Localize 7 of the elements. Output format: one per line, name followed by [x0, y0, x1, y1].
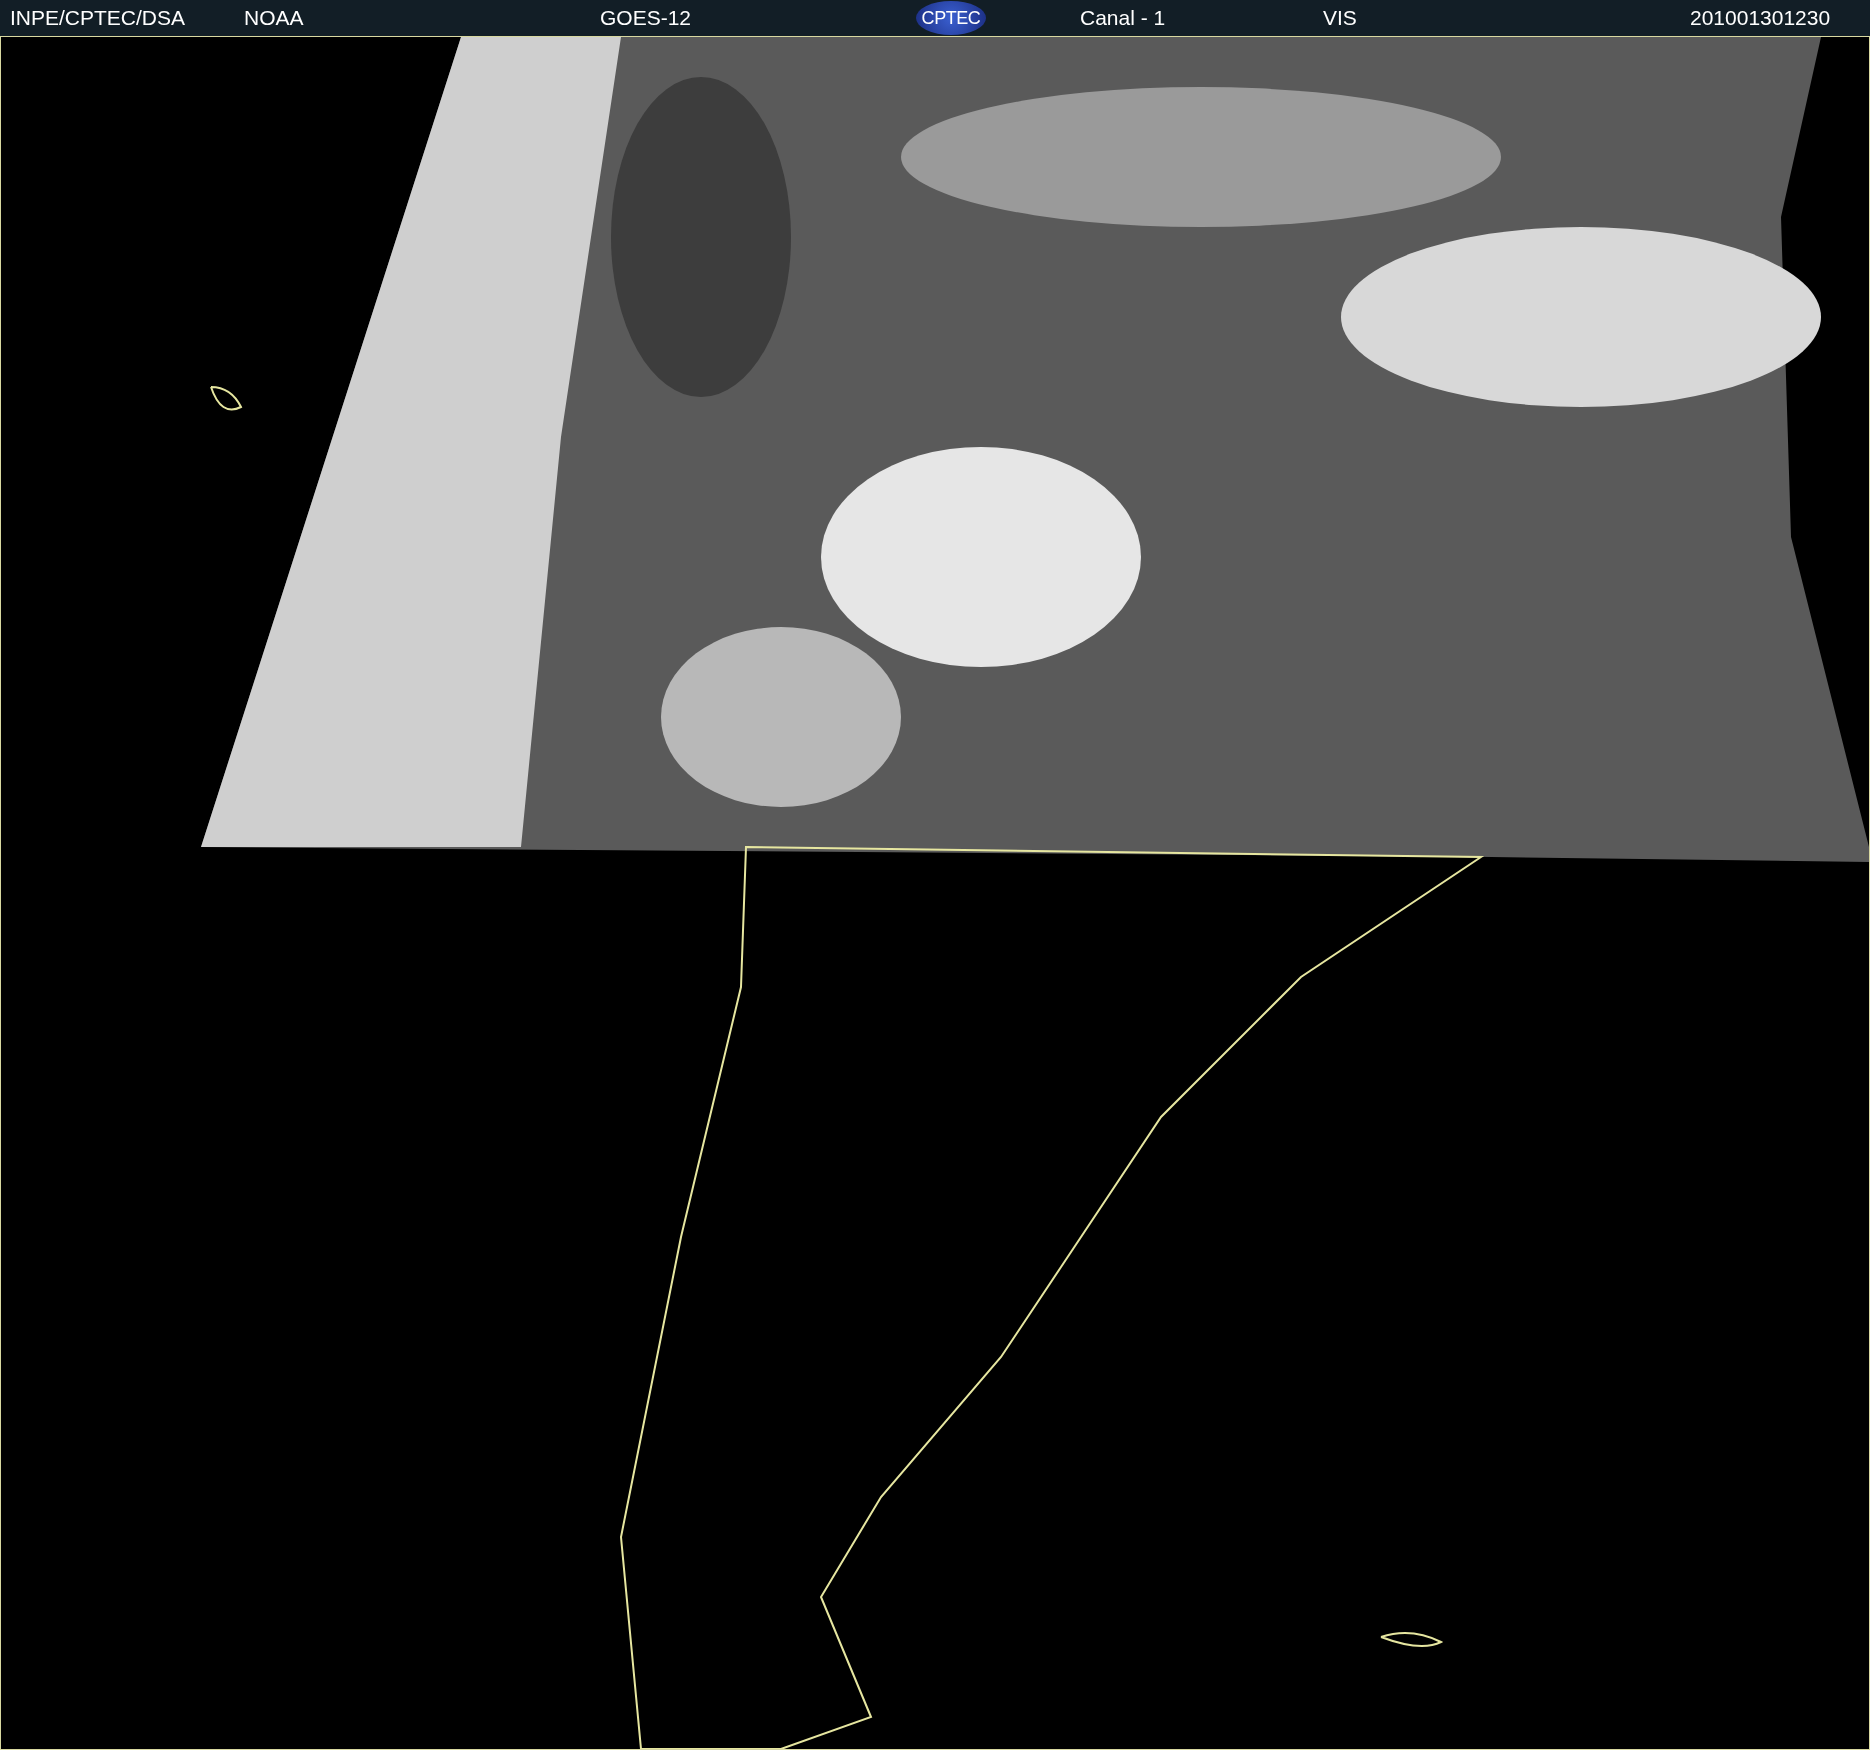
logo: CPTEC: [916, 1, 986, 35]
source-label: INPE/CPTEC/DSA: [10, 5, 186, 32]
agency-label: NOAA: [244, 5, 304, 32]
satellite-label: GOES-12: [600, 5, 692, 32]
band-label: VIS: [1323, 5, 1357, 32]
channel-label: Canal - 1: [1080, 5, 1166, 32]
timestamp-label: 201001301230: [1690, 5, 1831, 32]
